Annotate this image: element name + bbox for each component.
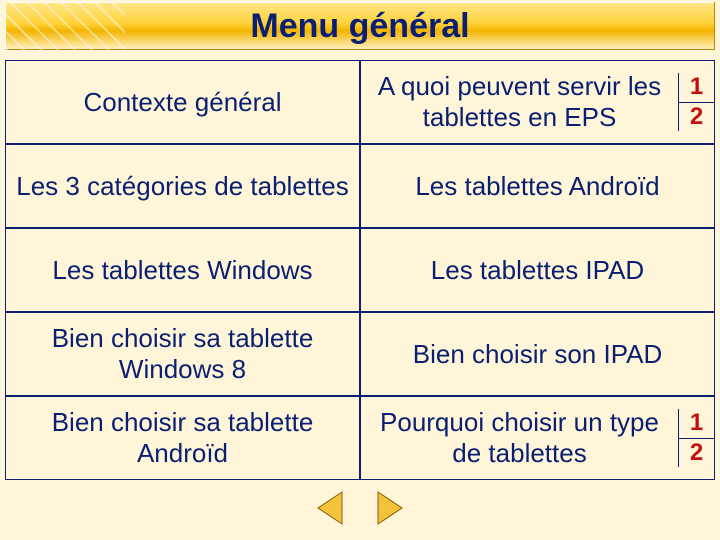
prev-button[interactable] xyxy=(311,487,353,529)
arrow-right-icon xyxy=(368,488,408,528)
menu-label: Bien choisir sa tablette Windows 8 xyxy=(12,323,353,384)
menu-choisir-android[interactable]: Bien choisir sa tablette Androïd xyxy=(5,396,360,480)
page-number-group: 1 2 xyxy=(678,409,714,468)
menu-label: Contexte général xyxy=(83,87,281,118)
menu-label: Bien choisir son IPAD xyxy=(413,339,663,370)
menu-label: A quoi peuvent servir les tablettes en E… xyxy=(367,71,672,132)
menu-label: Les tablettes IPAD xyxy=(431,255,644,286)
menu-3-categories[interactable]: Les 3 catégories de tablettes xyxy=(5,144,360,228)
menu-a-quoi-peuvent-servir[interactable]: A quoi peuvent servir les tablettes en E… xyxy=(360,60,715,144)
page-link-2[interactable]: 2 xyxy=(679,102,714,131)
arrow-left-icon xyxy=(312,488,352,528)
menu-label: Les tablettes Androïd xyxy=(415,171,659,202)
menu-label: Bien choisir sa tablette Androïd xyxy=(12,407,353,468)
menu-tablettes-windows[interactable]: Les tablettes Windows xyxy=(5,228,360,312)
menu-grid: Contexte général A quoi peuvent servir l… xyxy=(5,60,715,480)
page-number-group: 1 2 xyxy=(678,73,714,132)
menu-label: Les 3 catégories de tablettes xyxy=(16,171,348,202)
menu-label: Les tablettes Windows xyxy=(52,255,312,286)
page-title: Menu général xyxy=(5,2,715,50)
menu-pourquoi-choisir[interactable]: Pourquoi choisir un type de tablettes 1 … xyxy=(360,396,715,480)
menu-tablettes-android[interactable]: Les tablettes Androïd xyxy=(360,144,715,228)
menu-choisir-ipad[interactable]: Bien choisir son IPAD xyxy=(360,312,715,396)
menu-choisir-windows8[interactable]: Bien choisir sa tablette Windows 8 xyxy=(5,312,360,396)
page-link-1[interactable]: 1 xyxy=(679,409,714,438)
title-bar: Menu général xyxy=(5,2,715,50)
menu-label-wrap: Pourquoi choisir un type de tablettes xyxy=(361,403,678,472)
page-link-1[interactable]: 1 xyxy=(679,73,714,102)
page-link-2[interactable]: 2 xyxy=(679,438,714,467)
menu-label: Pourquoi choisir un type de tablettes xyxy=(367,407,672,468)
next-button[interactable] xyxy=(367,487,409,529)
menu-tablettes-ipad[interactable]: Les tablettes IPAD xyxy=(360,228,715,312)
menu-label-wrap: A quoi peuvent servir les tablettes en E… xyxy=(361,67,678,136)
menu-contexte-general[interactable]: Contexte général xyxy=(5,60,360,144)
nav-arrows xyxy=(0,484,720,532)
